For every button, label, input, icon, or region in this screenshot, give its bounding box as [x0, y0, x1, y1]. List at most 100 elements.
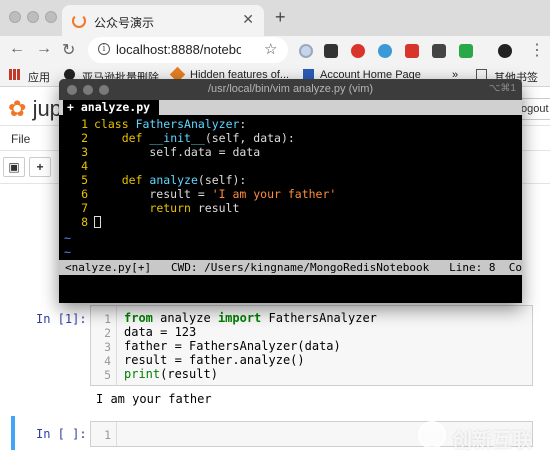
vim-keyword: def [121, 131, 143, 145]
vim-keyword: def [121, 173, 143, 187]
cell-2-prompt: In [ ]: [36, 427, 87, 441]
new-tab-button[interactable]: + [275, 7, 286, 28]
vim-code-text: (self): [197, 173, 247, 187]
code-text: (result) [160, 367, 218, 381]
vim-line-number: 8 [81, 215, 88, 229]
vim-shortcut: ⌥⌘1 [488, 83, 516, 94]
vim-code-text: self.data = data [94, 145, 261, 159]
code-line: from analyze import FathersAnalyzer [124, 311, 377, 325]
vim-line: 6 result = 'I am your father' [64, 187, 336, 201]
jupyter-logo-text: jup [32, 96, 62, 121]
vim-line: 5 def analyze(self): [64, 173, 246, 187]
vim-line: 1 class FathersAnalyzer: [64, 117, 246, 131]
vim-line-number: 1 [81, 117, 88, 131]
vim-identifier: analyze [149, 173, 198, 187]
line-number: 2 [104, 326, 111, 340]
vim-line: 8 [64, 215, 101, 229]
code-line: data = 123 [124, 325, 196, 339]
browser-tab-bar: 公众号演示 ✕ + [0, 0, 550, 36]
vim-line: 2 def __init__(self, data): [64, 131, 295, 145]
extension-green-icon[interactable] [459, 44, 473, 58]
code-text: father = FathersAnalyzer(data) [124, 339, 341, 353]
info-icon[interactable]: i [98, 43, 110, 55]
watermark-text: 创新互联 [452, 430, 532, 452]
tab-title: 公众号演示 [94, 16, 155, 30]
vim-identifier: __init__ [149, 131, 205, 145]
builtin: print [124, 367, 161, 381]
jupyter-favicon-icon [72, 14, 86, 28]
code-text: result = father.analyze() [124, 353, 305, 367]
vim-keyword: class [94, 117, 129, 131]
code-text: analyze [152, 311, 218, 325]
vim-line-number: 2 [81, 131, 88, 145]
vim-empty-line-tilde: ~ [64, 245, 71, 259]
cell-1-output: I am your father [96, 392, 212, 406]
forward-arrow-icon[interactable]: → [36, 40, 52, 58]
url-text[interactable]: localhost:8888/notebo... [116, 42, 241, 57]
code-text: FathersAnalyzer [261, 311, 377, 325]
extension-blue-icon[interactable] [378, 44, 392, 58]
vim-code-text: result = [94, 187, 212, 201]
address-bar[interactable]: i localhost:8888/notebo... [88, 37, 288, 63]
vim-terminal-window[interactable]: /usr/local/bin/vim analyze.py (vim) ⌥⌘1 … [59, 79, 522, 303]
line-number: 4 [104, 354, 111, 368]
vim-line-number: 6 [81, 187, 88, 201]
tab-close-icon[interactable]: ✕ [242, 11, 254, 28]
cell-1-input[interactable]: 1 2 3 4 5 from analyze import FathersAna… [90, 305, 533, 386]
watermark-logo-icon [418, 421, 446, 449]
vim-code-text: : [239, 117, 247, 131]
vim-identifier: FathersAnalyzer [135, 117, 240, 131]
vim-line-number: 4 [81, 159, 88, 173]
bookmark-apps[interactable]: 应用 [28, 69, 50, 85]
cell-1-prompt: In [1]: [36, 312, 87, 326]
vim-indent [94, 173, 122, 187]
extension-red-icon[interactable] [351, 44, 365, 58]
vim-line: 7 return result [64, 201, 239, 215]
add-cell-button[interactable]: + [29, 157, 51, 177]
line-number: 1 [104, 428, 111, 442]
extension-globe-icon[interactable] [299, 44, 313, 58]
code-text: data = 123 [124, 325, 197, 339]
apps-grid-icon [9, 69, 20, 80]
line-number: 3 [104, 340, 111, 354]
code-line: result = father.analyze() [124, 353, 305, 367]
maximize-window-button[interactable] [45, 11, 57, 23]
vim-tabline: + analyze.py [59, 100, 522, 115]
vim-indent [94, 201, 149, 215]
browser-toolbar: ← → ↻ i localhost:8888/notebo... ☆ ⋮ [0, 36, 550, 64]
jupyter-logo-mark-icon: ✿ [8, 96, 27, 121]
vim-tab-analyze[interactable]: + analyze.py [63, 100, 159, 115]
vim-cursor [94, 216, 101, 228]
vim-empty-line-tilde: ~ [64, 231, 71, 245]
reload-icon[interactable]: ↻ [62, 40, 75, 60]
code-line: father = FathersAnalyzer(data) [124, 339, 341, 353]
code-line: print(result) [124, 367, 218, 381]
vim-line-number: 7 [81, 201, 88, 215]
vim-status-line: <nalyze.py[+] CWD: /Users/kingname/Mongo… [59, 260, 522, 275]
keyword: import [217, 311, 262, 325]
menu-kebab-icon[interactable]: ⋮ [529, 40, 545, 60]
jupyter-logo[interactable]: ✿ jup [8, 96, 62, 122]
close-window-button[interactable] [9, 11, 21, 23]
vim-window-title: /usr/local/bin/vim analyze.py (vim) [207, 83, 374, 95]
browser-tab[interactable]: 公众号演示 ✕ [62, 5, 264, 36]
keyword: from [124, 311, 153, 325]
bookmark-star-icon[interactable]: ☆ [264, 40, 277, 58]
vim-indent [94, 131, 122, 145]
vim-title-bar: /usr/local/bin/vim analyze.py (vim) ⌥⌘1 [59, 79, 522, 100]
vim-code-text: result [190, 201, 240, 215]
extension-glasses-icon[interactable] [432, 44, 446, 58]
vim-string: 'I am your father' [211, 187, 337, 201]
profile-avatar[interactable] [498, 44, 512, 58]
extension-x-icon[interactable] [324, 44, 338, 58]
back-arrow-icon[interactable]: ← [9, 40, 25, 58]
vim-line-number: 5 [81, 173, 88, 187]
vim-code-text: (self, data): [204, 131, 295, 145]
extension-mail-icon[interactable] [405, 44, 419, 58]
minimize-window-button[interactable] [27, 11, 39, 23]
line-number: 5 [104, 368, 111, 382]
vim-line-number: 3 [81, 145, 88, 159]
menu-file[interactable]: File [11, 132, 30, 146]
vim-keyword: return [149, 201, 191, 215]
save-icon[interactable]: ▣ [3, 157, 25, 177]
